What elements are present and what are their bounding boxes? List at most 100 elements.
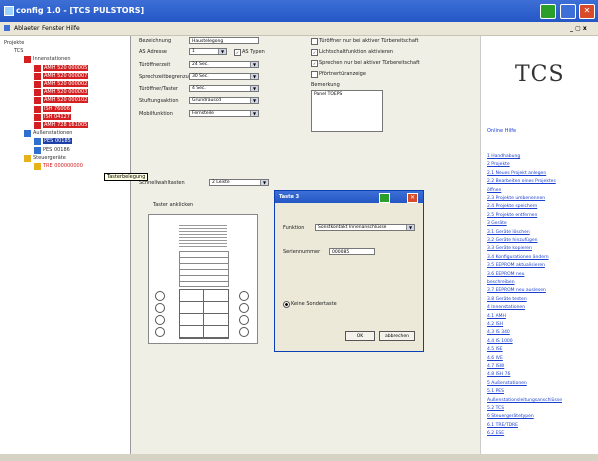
help-link[interactable]: 3 Geräte: [487, 221, 507, 226]
tree-node[interactable]: ISH 76006: [43, 105, 71, 112]
help-link[interactable]: 6.1 TRE/TDRE: [487, 423, 518, 428]
bezeichnung-field[interactable]: Haustelegong: [189, 37, 259, 44]
stuftungsaktion-dropdown[interactable]: Grundrauscd ▼: [189, 97, 259, 104]
minimize-button[interactable]: [540, 4, 556, 19]
close-button[interactable]: ✕: [579, 4, 595, 19]
project-tree[interactable]: Projekte TCS Innenstationen AMH 520 000005 A…: [0, 36, 131, 454]
menu-item-hilfe[interactable]: Hilfe: [66, 25, 80, 32]
dialog-close-icon[interactable]: ✕: [407, 193, 418, 203]
panel-ring-icon[interactable]: [239, 315, 249, 325]
tree-node[interactable]: Projekte: [4, 40, 24, 46]
tree-node[interactable]: Außenstationen: [33, 130, 72, 136]
menu-bar: Ablaeter Fenster Hilfe _ ▢ x: [0, 22, 598, 36]
help-link[interactable]: 6 Steuergerätetypen: [487, 414, 534, 419]
help-link[interactable]: 4.4 IS 1000: [487, 339, 513, 344]
door-panel: [148, 214, 258, 344]
help-link[interactable]: 3.6 EEPROM neu: [487, 272, 524, 277]
tcs-logo: TCS: [515, 62, 565, 87]
help-link[interactable]: 5.1 PES: [487, 389, 504, 394]
tree-node[interactable]: TRE 000000000: [43, 163, 83, 169]
panel-ring-icon[interactable]: [155, 315, 165, 325]
tuerpause-dropdown[interactable]: 24 Sec. ▼: [189, 61, 259, 68]
ok-button[interactable]: OK: [345, 331, 375, 341]
tree-node[interactable]: AMH 728 161005: [43, 122, 89, 128]
check-pfoertner-checkbox[interactable]: [311, 71, 318, 78]
chevron-down-icon: ▼: [250, 74, 258, 79]
sprechzeit-dropdown[interactable]: 30 Sec. ▼: [189, 73, 259, 80]
tree-node[interactable]: TCS: [14, 48, 23, 54]
help-link[interactable]: 2.4 Projekte speichern: [487, 204, 537, 209]
panel-ring-icon[interactable]: [155, 303, 165, 313]
tree-node[interactable]: AMH 520 000005: [43, 64, 89, 71]
tree-node[interactable]: PES 00186: [43, 147, 70, 153]
help-link[interactable]: 4 Innenstationen: [487, 305, 525, 310]
help-link[interactable]: 5.2 TCS: [487, 406, 504, 411]
as-typen-label: AS Typen: [242, 49, 265, 55]
help-link[interactable]: 3.7 EEPROM neu auslesen: [487, 288, 546, 293]
tree-node[interactable]: Steuergeräte: [33, 155, 66, 161]
tree-node[interactable]: PES 00185: [43, 138, 72, 145]
help-link[interactable]: 3.4 Konfigurationen ändern: [487, 255, 549, 260]
help-link[interactable]: 2.1 Neues Projekt anlegen: [487, 171, 546, 176]
close-icon: ✕: [583, 6, 591, 15]
help-link[interactable]: 4.2 ISH: [487, 322, 503, 327]
help-link[interactable]: 4.3 IS 340: [487, 330, 510, 335]
panel-ring-icon[interactable]: [155, 291, 165, 301]
tree-node[interactable]: ISH 04127: [43, 113, 71, 120]
help-link[interactable]: 3.5 EEPROM aktualisieren: [487, 263, 545, 268]
panel-ring-icon[interactable]: [239, 327, 249, 337]
help-link[interactable]: 2.2 Bearbeiten eines Projektes: [487, 179, 556, 184]
tueroeffnerzeit-label: Türöffner/Taster: [139, 86, 178, 92]
mobilfunktion-dropdown[interactable]: Fernsteile ▼: [189, 110, 259, 117]
help-link[interactable]: 2.5 Projekte entfernen: [487, 213, 537, 218]
tree-node-icon: [34, 97, 41, 105]
help-link[interactable]: 6.2 ESE: [487, 431, 504, 436]
tree-node[interactable]: AMH 520 000003: [43, 89, 89, 96]
help-link[interactable]: 1 Handhabung: [487, 154, 520, 159]
tree-node[interactable]: AMH 520 000002: [43, 81, 89, 87]
dialog-help-icon[interactable]: [379, 193, 390, 203]
keine-sondertaste-radio[interactable]: [283, 301, 290, 308]
menu-item-ablaeter[interactable]: Ablaeter: [14, 25, 39, 32]
help-link[interactable]: beschreiben: [487, 280, 515, 285]
check-tueroeffner-checkbox[interactable]: [311, 38, 318, 45]
help-link[interactable]: 2.3 Projekte umbenennen: [487, 196, 545, 201]
check-lichtschalt-label: Lichtschaltfunktion aktivieren: [319, 49, 394, 55]
check-sprechen-checkbox[interactable]: ✓: [311, 60, 318, 67]
help-link[interactable]: 4.8 ISH 76: [487, 372, 510, 377]
maximize-button[interactable]: [560, 4, 576, 19]
help-link[interactable]: 3.2 Geräte hinzufügen: [487, 238, 538, 243]
menu-item-fenster[interactable]: Fenster: [42, 25, 64, 32]
tree-node[interactable]: AMH 520 000102: [43, 97, 89, 104]
help-link[interactable]: 4.5 ISE: [487, 347, 503, 352]
help-link[interactable]: 3.8 Geräte testen: [487, 297, 527, 302]
tueroeffnerzeit-dropdown[interactable]: 4 Sec. ▼: [189, 85, 259, 92]
as-typen-checkbox[interactable]: ✓: [234, 49, 241, 56]
bemerkung-textarea[interactable]: Panel TOEPS: [311, 90, 383, 132]
funktion-dropdown[interactable]: Sonstkontakt Innenanschlüsse ▼: [315, 224, 415, 231]
help-link[interactable]: 4.7 ISW: [487, 364, 504, 369]
panel-ring-icon[interactable]: [239, 303, 249, 313]
help-link[interactable]: 2 Projekte: [487, 162, 510, 167]
tree-node-icon: [34, 122, 41, 129]
panel-key-grid[interactable]: [179, 289, 229, 339]
tree-node[interactable]: Innenstationen: [33, 56, 71, 62]
help-link[interactable]: Außenstationsleitungsanschlüsse: [487, 398, 562, 403]
cancel-button[interactable]: abbrechen: [379, 331, 415, 341]
tree-node[interactable]: AMH 520 000007: [43, 72, 89, 79]
help-link[interactable]: 3.1 Geräte löschen: [487, 230, 530, 235]
seriennummer-label: Seriennummer: [283, 249, 321, 255]
help-link[interactable]: öffnen: [487, 188, 501, 193]
panel-ring-icon[interactable]: [239, 291, 249, 301]
seriennummer-field[interactable]: 000085: [329, 248, 375, 255]
help-link[interactable]: 4.6 IVE: [487, 356, 503, 361]
help-link[interactable]: 4.1 AMH: [487, 314, 506, 319]
panel-ring-icon[interactable]: [155, 327, 165, 337]
as-adresse-dropdown[interactable]: 1 ▼: [189, 48, 227, 55]
help-link[interactable]: 5 Außenstationen: [487, 381, 527, 386]
tree-node-icon: [34, 138, 41, 146]
check-lichtschalt-checkbox[interactable]: ✓: [311, 49, 318, 56]
mdi-controls[interactable]: _ ▢ x: [570, 25, 587, 32]
schnellwahl-dropdown[interactable]: 2 Leiste ▼: [209, 179, 269, 186]
help-link[interactable]: 3.3 Geräte kopieren: [487, 246, 532, 251]
